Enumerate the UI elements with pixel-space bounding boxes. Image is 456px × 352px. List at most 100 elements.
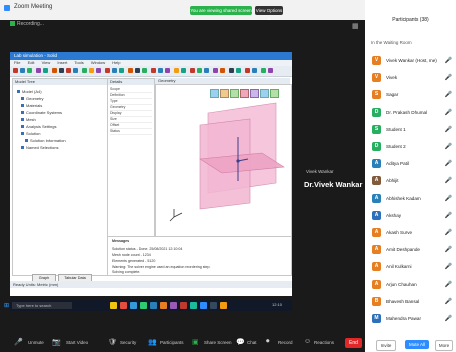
participant-row[interactable]: V Vivek 🎤 bbox=[365, 71, 456, 85]
view-rotate-icon[interactable] bbox=[270, 89, 279, 98]
more-button[interactable]: More bbox=[435, 340, 453, 351]
chrome-icon[interactable] bbox=[120, 302, 127, 309]
tree-item[interactable]: Analysis Settings bbox=[21, 124, 56, 129]
start-video-label[interactable]: Start Video bbox=[66, 340, 88, 345]
tree-item[interactable]: Materials bbox=[21, 103, 42, 108]
mic-muted-icon[interactable]: 🎤 bbox=[445, 246, 452, 253]
filter-icon[interactable] bbox=[165, 68, 170, 73]
participant-row[interactable]: S Sagar 🎤 bbox=[365, 88, 456, 102]
participants-icon[interactable]: 👥 bbox=[148, 338, 157, 346]
onenote-icon[interactable] bbox=[170, 302, 177, 309]
end-meeting-button[interactable]: End bbox=[345, 338, 362, 348]
redo-icon[interactable] bbox=[43, 68, 48, 73]
y-axis-icon[interactable] bbox=[197, 68, 202, 73]
mic-muted-icon[interactable]: 🎤 bbox=[445, 263, 452, 270]
save-icon[interactable] bbox=[27, 68, 32, 73]
chat-label[interactable]: Chat bbox=[247, 340, 257, 345]
mic-muted-icon[interactable]: 🎤 bbox=[445, 143, 452, 150]
mic-muted-icon[interactable]: 🎤 bbox=[445, 57, 452, 64]
mic-muted-icon[interactable]: 🎤 bbox=[445, 160, 452, 167]
mic-muted-icon[interactable]: 🎤 bbox=[445, 212, 452, 219]
settings-icon[interactable] bbox=[174, 68, 179, 73]
fit-icon[interactable] bbox=[82, 68, 87, 73]
record-icon[interactable]: ⏺ bbox=[266, 338, 270, 346]
tree-item[interactable]: Model (A4) bbox=[17, 89, 42, 94]
probe-icon[interactable] bbox=[105, 68, 110, 73]
tree-item[interactable]: Mesh bbox=[21, 117, 36, 122]
menu-view[interactable]: View bbox=[42, 60, 51, 65]
label-icon[interactable] bbox=[112, 68, 117, 73]
microphone-icon[interactable]: 🎤 bbox=[14, 338, 23, 346]
excel-icon[interactable] bbox=[140, 302, 147, 309]
teams-icon[interactable] bbox=[190, 302, 197, 309]
export-icon[interactable] bbox=[268, 68, 273, 73]
shade-icon[interactable] bbox=[229, 68, 234, 73]
shield-icon[interactable]: 🛡 bbox=[108, 338, 117, 346]
security-label[interactable]: Security bbox=[120, 340, 136, 345]
record-label[interactable]: Record bbox=[278, 340, 293, 345]
measure-icon[interactable] bbox=[151, 68, 156, 73]
view-fit-icon[interactable] bbox=[250, 89, 259, 98]
share-screen-label[interactable]: Share Screen bbox=[204, 340, 232, 345]
word-icon[interactable] bbox=[150, 302, 157, 309]
participant-row[interactable]: A Aditya Patil 🎤 bbox=[365, 157, 456, 171]
display-icon[interactable] bbox=[158, 68, 163, 73]
pan-icon[interactable] bbox=[66, 68, 71, 73]
menu-file[interactable]: File bbox=[14, 60, 20, 65]
mic-muted-icon[interactable]: 🎤 bbox=[445, 74, 452, 81]
tree-item[interactable]: Named Selections bbox=[21, 145, 58, 150]
unmute-label[interactable]: Unmute bbox=[28, 340, 44, 345]
participant-row[interactable]: A Amit Deshpande 🎤 bbox=[365, 243, 456, 257]
explorer-icon[interactable] bbox=[110, 302, 117, 309]
mic-muted-icon[interactable]: 🎤 bbox=[445, 177, 452, 184]
menu-insert[interactable]: Insert bbox=[57, 60, 67, 65]
zoom-icon[interactable] bbox=[73, 68, 78, 73]
select-icon[interactable] bbox=[52, 68, 57, 73]
view-options-button[interactable]: View Options ▾ bbox=[255, 6, 283, 22]
participant-row[interactable]: V Vivek Wankar (Host, me) 🎤 bbox=[365, 54, 456, 68]
tree-item[interactable]: Solution bbox=[21, 131, 40, 136]
help-icon[interactable] bbox=[181, 68, 186, 73]
participant-row[interactable]: A Abhishek Kadam 🎤 bbox=[365, 192, 456, 206]
undo-icon[interactable] bbox=[36, 68, 41, 73]
prop-row[interactable]: Status bbox=[110, 129, 152, 135]
share-screen-icon[interactable]: ▣ bbox=[192, 338, 199, 346]
tree-item[interactable]: Geometry bbox=[21, 96, 44, 101]
tree-item[interactable]: Coordinate Systems bbox=[21, 110, 62, 115]
solve-icon[interactable] bbox=[96, 68, 101, 73]
taskbar-search[interactable]: Type here to search bbox=[12, 302, 72, 309]
new-icon[interactable] bbox=[13, 68, 18, 73]
mic-muted-icon[interactable]: 🎤 bbox=[445, 126, 452, 133]
mic-muted-icon[interactable]: 🎤 bbox=[445, 229, 452, 236]
animate-icon[interactable] bbox=[261, 68, 266, 73]
acrobat-icon[interactable] bbox=[180, 302, 187, 309]
participant-row[interactable]: A Arjun Chauhan 🎤 bbox=[365, 278, 456, 292]
windows-start-icon[interactable]: ⊞ bbox=[4, 302, 10, 309]
x-axis-icon[interactable] bbox=[190, 68, 195, 73]
report-icon[interactable] bbox=[128, 68, 133, 73]
mute-all-button[interactable]: Mute All bbox=[405, 340, 429, 349]
participant-row[interactable]: A Akash Surve 🎤 bbox=[365, 226, 456, 240]
mesh-icon[interactable] bbox=[89, 68, 94, 73]
menu-tools[interactable]: Tools bbox=[74, 60, 83, 65]
mic-muted-icon[interactable]: 🎤 bbox=[445, 91, 452, 98]
reactions-icon[interactable]: ☺ bbox=[304, 338, 311, 345]
zoom-taskbar-icon[interactable] bbox=[200, 302, 207, 309]
gallery-view-icon[interactable]: ▦ bbox=[352, 22, 359, 30]
rotate-icon[interactable] bbox=[59, 68, 64, 73]
participant-row[interactable]: D Dr. Prakash Dhumal 🎤 bbox=[365, 106, 456, 120]
edge-icon[interactable] bbox=[130, 302, 137, 309]
wireframe-icon[interactable] bbox=[220, 68, 225, 73]
participant-row[interactable]: M Mahendra Pawar 🎤 bbox=[365, 312, 456, 326]
mic-muted-icon[interactable]: 🎤 bbox=[445, 281, 452, 288]
view-iso-icon[interactable] bbox=[240, 89, 249, 98]
view-right-icon[interactable] bbox=[230, 89, 239, 98]
menu-window[interactable]: Window bbox=[91, 60, 105, 65]
participants-label[interactable]: Participants bbox=[160, 340, 184, 345]
participant-row[interactable]: S Student 1 🎤 bbox=[365, 123, 456, 137]
menu-edit[interactable]: Edit bbox=[28, 60, 35, 65]
chat-icon[interactable]: 💬 bbox=[236, 338, 245, 346]
mic-muted-icon[interactable]: 🎤 bbox=[445, 298, 452, 305]
reactions-label[interactable]: Reactions bbox=[314, 340, 334, 345]
tree-item[interactable]: Solution Information bbox=[25, 138, 66, 143]
